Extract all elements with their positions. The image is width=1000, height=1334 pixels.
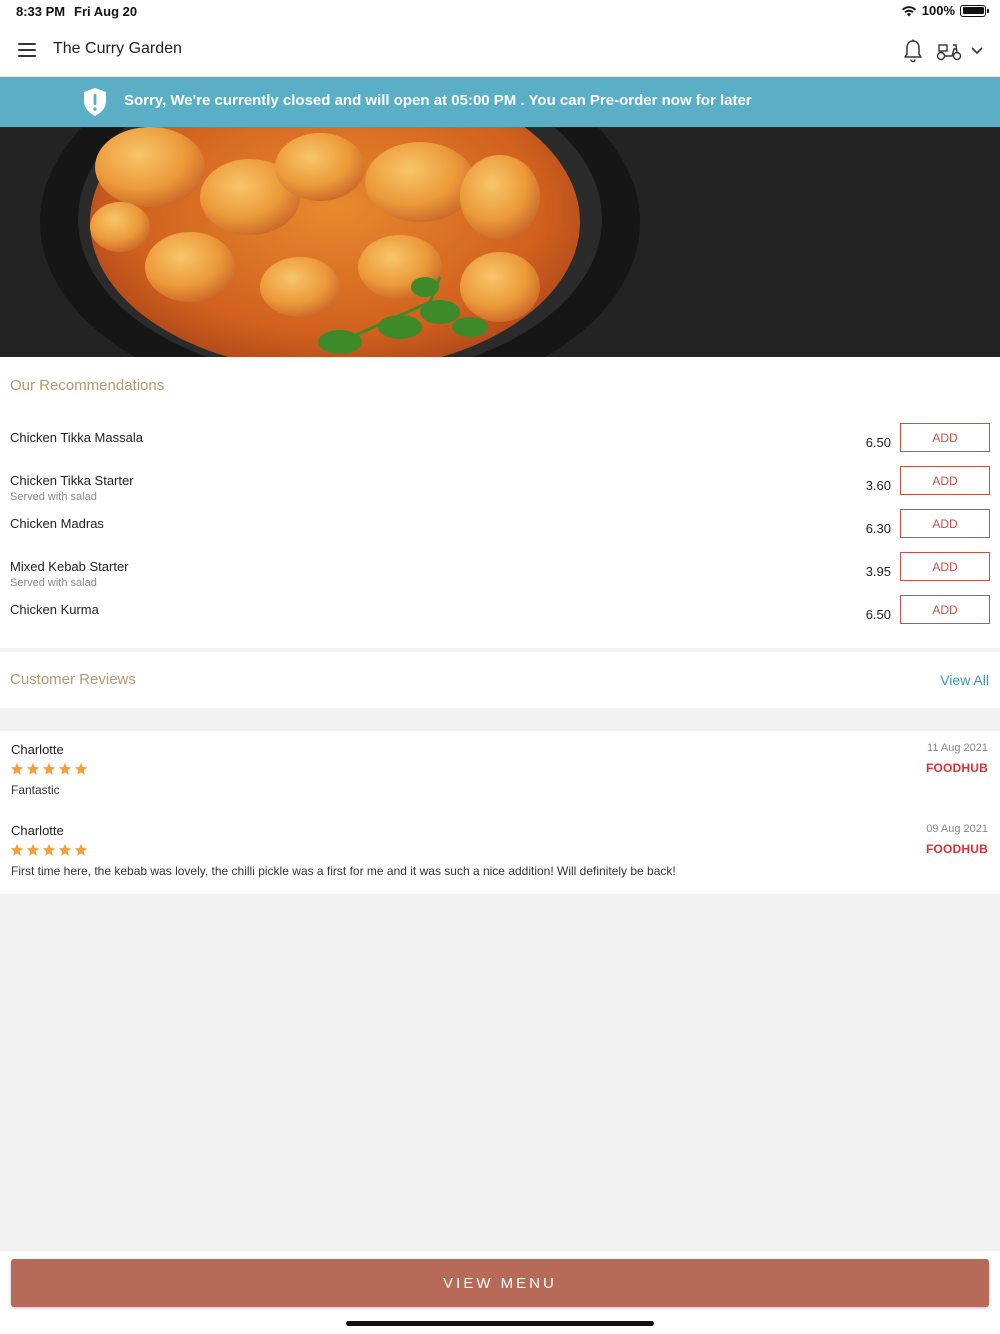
- item-price: 6.50: [865, 435, 891, 450]
- reviews-list: Charlotte Fantastic 11 Aug 2021 FOODHUB …: [0, 731, 1000, 894]
- add-button[interactable]: ADD: [900, 466, 990, 495]
- view-menu-button[interactable]: VIEW MENU: [11, 1259, 989, 1307]
- item-name: Chicken Kurma: [10, 602, 99, 617]
- foodhub-logo: FOODHUB: [925, 761, 988, 775]
- star-icon: [10, 762, 24, 775]
- star-icon: [10, 843, 24, 856]
- star-rating: [10, 843, 88, 857]
- app-header: The Curry Garden: [0, 24, 1000, 77]
- recommendations-title: Our Recommendations: [10, 377, 165, 394]
- review-text: First time here, the kebab was lovely, t…: [11, 864, 676, 878]
- recommendation-item: Chicken Tikka Starter Served with salad …: [0, 466, 1000, 513]
- status-time: 8:33 PM: [16, 4, 66, 19]
- item-description: Served with salad: [10, 577, 97, 589]
- review-date: 09 Aug 2021: [926, 823, 988, 835]
- item-name: Chicken Madras: [10, 516, 104, 531]
- star-icon: [26, 843, 40, 856]
- item-price: 6.50: [865, 607, 891, 622]
- star-icon: [58, 762, 72, 775]
- curry-dish-illustration: [0, 127, 1000, 357]
- add-button[interactable]: ADD: [900, 423, 990, 452]
- bell-icon[interactable]: [902, 39, 924, 63]
- scooter-icon[interactable]: [936, 41, 962, 61]
- recommendation-item: Chicken Kurma 6.50 ADD: [0, 595, 1000, 642]
- hamburger-menu-icon[interactable]: [18, 43, 36, 57]
- shield-alert-icon: [84, 88, 106, 116]
- add-button[interactable]: ADD: [900, 552, 990, 581]
- item-name: Chicken Tikka Massala: [10, 430, 143, 445]
- reviews-title: Customer Reviews: [10, 671, 136, 688]
- closed-notice-text: Sorry, We're currently closed and will o…: [124, 92, 752, 109]
- view-all-link[interactable]: View All: [940, 672, 989, 688]
- reviewer-name: Charlotte: [11, 742, 64, 757]
- status-bar: 8:33 PM Fri Aug 20 100%: [0, 0, 1000, 24]
- star-icon: [42, 843, 56, 856]
- closed-notice-banner: Sorry, We're currently closed and will o…: [0, 77, 1000, 127]
- star-icon: [26, 762, 40, 775]
- item-name: Mixed Kebab Starter: [10, 559, 129, 574]
- status-indicators: 100%: [901, 3, 989, 18]
- item-price: 3.60: [865, 478, 891, 493]
- star-icon: [74, 762, 88, 775]
- add-button[interactable]: ADD: [900, 509, 990, 538]
- reviewer-name: Charlotte: [11, 823, 64, 838]
- star-icon: [42, 762, 56, 775]
- item-price: 6.30: [865, 521, 891, 536]
- review-date: 11 Aug 2021: [927, 742, 988, 754]
- review-card: Charlotte First time here, the kebab was…: [0, 823, 1000, 893]
- chevron-down-icon[interactable]: [970, 44, 984, 56]
- battery-percent: 100%: [921, 3, 955, 18]
- wifi-icon: [901, 5, 916, 16]
- item-price: 3.95: [865, 564, 891, 579]
- bottom-bar: VIEW MENU: [0, 1251, 1000, 1334]
- review-text: Fantastic: [11, 783, 60, 797]
- star-icon: [74, 843, 88, 856]
- home-indicator: [346, 1321, 654, 1326]
- foodhub-logo: FOODHUB: [925, 842, 988, 856]
- reviews-header: Customer Reviews View All: [0, 652, 1000, 708]
- recommendation-item: Chicken Tikka Massala 6.50 ADD: [0, 423, 1000, 470]
- item-name: Chicken Tikka Starter: [10, 473, 134, 488]
- star-rating: [10, 762, 88, 776]
- star-icon: [58, 843, 72, 856]
- add-button[interactable]: ADD: [900, 595, 990, 624]
- hero-food-image: [0, 127, 1000, 357]
- recommendations-section: Our Recommendations Chicken Tikka Massal…: [0, 357, 1000, 648]
- battery-icon: [960, 4, 989, 17]
- recommendation-item: Mixed Kebab Starter Served with salad 3.…: [0, 552, 1000, 599]
- review-card: Charlotte Fantastic 11 Aug 2021 FOODHUB: [0, 742, 1000, 812]
- item-description: Served with salad: [10, 491, 97, 503]
- recommendation-item: Chicken Madras 6.30 ADD: [0, 509, 1000, 556]
- page-title: The Curry Garden: [53, 40, 182, 57]
- status-date: Fri Aug 20: [74, 4, 138, 19]
